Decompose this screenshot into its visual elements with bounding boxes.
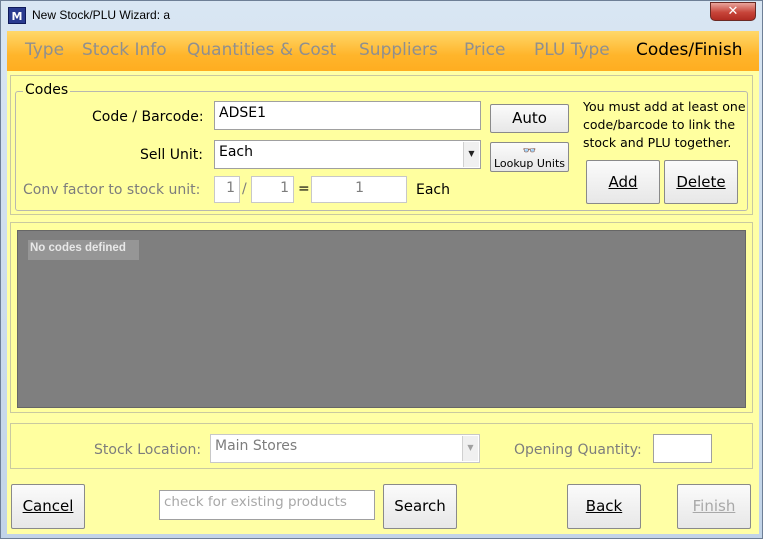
tab-plu-type[interactable]: PLU Type [534,40,610,60]
tab-price[interactable]: Price [464,40,505,60]
conv-equals: = [298,181,310,197]
sell-unit-label: Sell Unit: [140,147,203,163]
chevron-down-icon[interactable]: ▼ [462,436,478,461]
delete-button-label: Delete [676,173,726,191]
add-button-label: Add [608,173,638,191]
opening-qty-label: Opening Quantity: [514,442,642,458]
title-bar[interactable]: M New Stock/PLU Wizard: a ✕ [1,1,762,31]
conv-separator: / [242,181,247,197]
conv-numerator-input[interactable]: 1 [214,176,240,203]
wizard-tab-bar: Type Stock Info Quantities & Cost Suppli… [7,31,759,71]
glasses-icon: 👓 [522,144,537,157]
conv-result-input[interactable]: 1 [311,176,407,203]
back-button[interactable]: Back [567,484,641,529]
auto-button[interactable]: Auto [490,104,569,133]
back-button-label: Back [585,497,623,515]
tab-codes-finish[interactable]: Codes/Finish [636,40,743,60]
search-products-input[interactable]: check for existing products [159,490,375,520]
codes-panel: Codes Code / Barcode: ADSE1 Sell Unit: E… [10,75,753,215]
close-button[interactable]: ✕ [710,2,756,21]
lookup-units-button[interactable]: 👓 Lookup Units [490,142,569,172]
wizard-client: Type Stock Info Quantities & Cost Suppli… [7,31,759,534]
delete-button[interactable]: Delete [664,160,738,204]
chevron-down-icon[interactable]: ▼ [463,142,479,167]
codes-group-label: Codes [23,82,71,98]
lookup-units-label: Lookup Units [493,157,565,170]
location-panel: Stock Location: Main Stores ▼ Opening Qu… [10,423,753,469]
sell-unit-select[interactable]: Each ▼ [214,140,481,169]
conv-factor-label: Conv factor to stock unit: [23,182,201,198]
search-button[interactable]: Search [383,484,457,529]
tab-suppliers[interactable]: Suppliers [359,40,438,60]
cancel-button[interactable]: Cancel [11,484,85,529]
window-title: New Stock/PLU Wizard: a [32,8,171,22]
conv-denominator-input[interactable]: 1 [251,176,294,203]
sell-unit-value: Each [219,144,253,160]
code-barcode-label: Code / Barcode: [92,109,204,125]
codes-hint-text: You must add at least one code/barcode t… [583,99,746,150]
stock-location-label: Stock Location: [94,442,202,458]
finish-button[interactable]: Finish [677,484,751,529]
stock-location-select[interactable]: Main Stores ▼ [210,434,480,463]
finish-button-label: Finish [692,497,736,515]
tab-stock-info[interactable]: Stock Info [82,40,167,60]
tab-quantities-cost[interactable]: Quantities & Cost [187,40,336,60]
codes-list[interactable]: No codes defined [17,230,746,408]
wizard-window: M New Stock/PLU Wizard: a ✕ Type Stock I… [0,0,763,539]
tab-type[interactable]: Type [25,40,64,60]
cancel-button-label: Cancel [22,497,74,515]
app-logo-icon: M [8,7,26,24]
conv-unit-label: Each [416,182,450,198]
opening-qty-input[interactable] [653,434,712,463]
stock-location-value: Main Stores [215,438,298,454]
codes-list-empty-text: No codes defined [28,240,139,260]
add-button[interactable]: Add [586,160,660,204]
code-barcode-input[interactable]: ADSE1 [214,101,481,130]
codes-list-panel: No codes defined [10,222,753,413]
